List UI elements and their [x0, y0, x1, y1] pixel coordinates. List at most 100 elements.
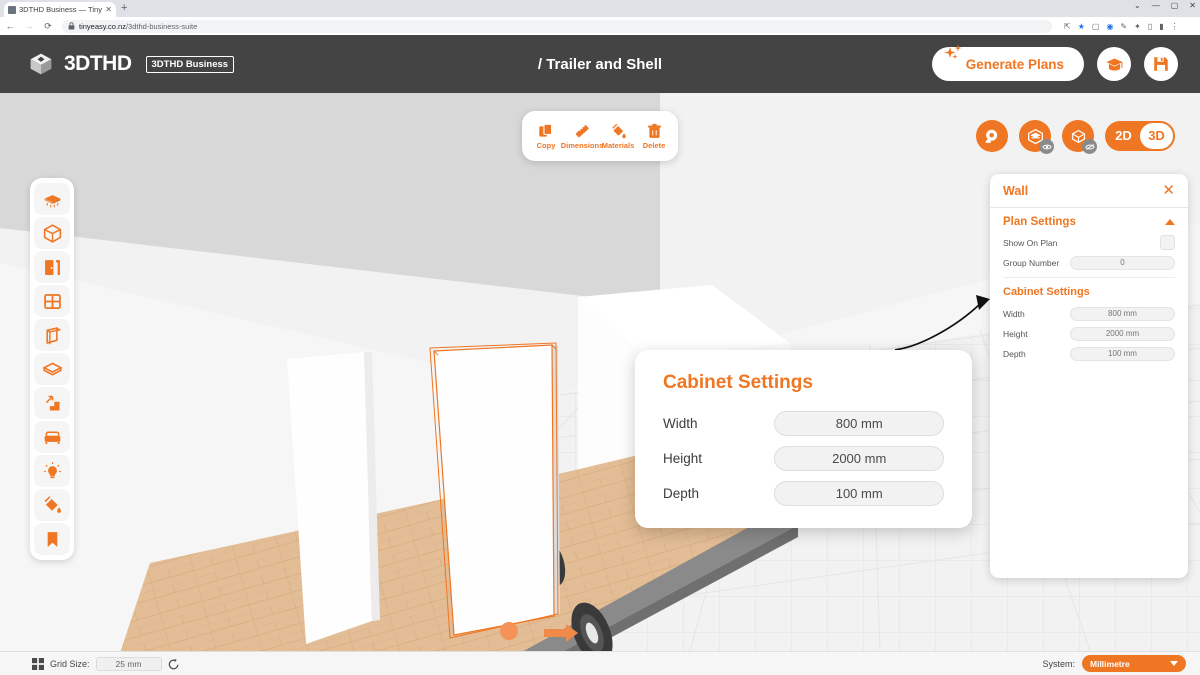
modal-height-label: Height — [663, 451, 703, 466]
extensions-icon[interactable]: ✦ — [1134, 22, 1141, 31]
modal-height-input[interactable]: 2000 mm — [774, 446, 944, 471]
box-visibility-button[interactable] — [1062, 120, 1097, 154]
paint-bucket-icon — [611, 123, 626, 138]
tab-favicon — [8, 5, 16, 14]
bookmark-star-icon[interactable]: ★ — [1078, 22, 1085, 31]
delete-button[interactable]: Delete — [636, 123, 672, 150]
cabinet-settings-modal: Cabinet Settings Width 800 mm Height 200… — [635, 350, 972, 528]
window-chevron-icon[interactable]: ⌄ — [1134, 1, 1141, 11]
status-bar: Grid Size: 25 mm System: Millimetre — [0, 651, 1200, 675]
url-path: /3dthd-business-suite — [125, 21, 198, 31]
sidebar-item-floor[interactable] — [34, 353, 70, 385]
graduation-cap-button[interactable] — [1097, 47, 1131, 81]
save-button[interactable] — [1144, 47, 1178, 81]
sidebar-item-door[interactable] — [34, 251, 70, 283]
floor-layer-icon — [41, 361, 63, 376]
new-tab-icon[interactable]: + — [121, 3, 127, 14]
tab-close-icon[interactable]: ✕ — [105, 5, 112, 14]
object-action-toolbar: Copy Dimensions Materials Delete — [522, 111, 678, 161]
panel-width-input[interactable]: 800 mm — [1070, 306, 1175, 321]
window-minimize-icon[interactable]: — — [1152, 1, 1160, 11]
modal-depth-input[interactable]: 100 mm — [774, 481, 944, 506]
roof-layers-button[interactable] — [1019, 120, 1054, 154]
system-units-value: Millimetre — [1090, 658, 1130, 669]
tool-sidebar — [30, 178, 74, 560]
plan-settings-section-header[interactable]: Plan Settings — [1003, 216, 1175, 228]
show-on-plan-checkbox[interactable] — [1160, 235, 1175, 250]
panel-width-row: Width 800 mm — [1003, 306, 1175, 321]
url-input[interactable]: tinyeasy.co.nz/3dthd-business-suite — [62, 19, 1052, 33]
view-mode-toggle[interactable]: 2D 3D — [1105, 121, 1175, 151]
sidebar-item-window[interactable] — [34, 285, 70, 317]
forward-icon[interactable]: → — [24, 21, 34, 31]
sidebar-item-shell[interactable] — [34, 217, 70, 249]
grid-size-label: Grid Size: — [50, 658, 90, 669]
sidebar-item-stairs[interactable] — [34, 387, 70, 419]
window-close-icon[interactable]: ✕ — [1189, 1, 1196, 11]
copy-icon — [538, 123, 552, 137]
trailer-icon — [44, 194, 60, 207]
reset-icon[interactable] — [168, 658, 180, 670]
chevron-down-icon[interactable] — [1170, 661, 1178, 666]
door-icon — [44, 259, 60, 275]
close-icon[interactable]: ✕ — [1162, 183, 1175, 198]
properties-panel-header: Wall ✕ — [990, 174, 1188, 208]
ruler-icon — [575, 124, 589, 137]
sidebar-item-furniture[interactable] — [34, 421, 70, 453]
app-root: 3DTHD Business — Tiny Easy - T ✕ + ⌄ — ▢… — [0, 0, 1200, 675]
tab-title: 3DTHD Business — Tiny Easy - T — [19, 5, 102, 14]
camera-icon[interactable]: ▢ — [1092, 22, 1100, 31]
tape-measure-button[interactable] — [976, 120, 1008, 152]
eye-badge[interactable] — [1039, 139, 1054, 154]
pen-icon[interactable]: ✎ — [1120, 22, 1127, 31]
dimensions-label: Dimensions — [560, 140, 604, 150]
floppy-save-icon — [1154, 57, 1168, 71]
update-icon[interactable]: ▮ — [1159, 22, 1163, 31]
chevron-up-icon[interactable] — [1165, 219, 1175, 225]
group-number-input[interactable]: 0 — [1070, 255, 1175, 270]
panel-depth-input[interactable]: 100 mm — [1070, 346, 1175, 361]
panel-depth-row: Depth 100 mm — [1003, 346, 1175, 361]
panel-height-label: Height — [1003, 328, 1028, 339]
grid-size-input[interactable]: 25 mm — [95, 656, 162, 671]
window-icon — [43, 293, 61, 309]
sidebar-item-bookmarks[interactable] — [34, 523, 70, 555]
browser-tab[interactable]: 3DTHD Business — Tiny Easy - T ✕ — [4, 2, 116, 17]
system-units-control: System: Millimetre — [1042, 655, 1186, 672]
modal-width-row: Width 800 mm — [663, 411, 944, 436]
group-number-row: Group Number 0 — [1003, 255, 1175, 270]
window-maximize-icon[interactable]: ▢ — [1171, 1, 1179, 11]
sidebar-item-lighting[interactable] — [34, 455, 70, 487]
lightbulb-icon — [43, 461, 61, 478]
plan-settings-title: Plan Settings — [1003, 216, 1076, 228]
view-controls: 2D 3D — [976, 120, 1175, 154]
menu-icon[interactable]: ⋮ — [1171, 22, 1179, 31]
copy-button[interactable]: Copy — [528, 123, 564, 150]
sidepanel-icon[interactable]: ▯ — [1148, 22, 1152, 31]
dimensions-button[interactable]: Dimensions — [561, 123, 603, 150]
eye-icon — [1041, 144, 1052, 149]
grid-icon — [32, 657, 44, 670]
browser-action-icons: ⇱ ★ ▢ ◉ ✎ ✦ ▯ ▮ ⋮ — [1064, 22, 1179, 31]
panel-height-input[interactable]: 2000 mm — [1070, 326, 1175, 341]
sidebar-item-trailer[interactable] — [34, 183, 70, 215]
toggle-3d-option[interactable]: 3D — [1140, 123, 1173, 149]
system-label: System: — [1042, 658, 1075, 669]
bookmark-icon — [47, 531, 57, 547]
profile-icon[interactable]: ◉ — [1106, 22, 1113, 31]
sidebar-item-wall[interactable] — [34, 319, 70, 351]
graduation-cap-icon — [1105, 57, 1123, 71]
generate-plans-label: Generate Plans — [965, 56, 1064, 72]
reload-icon[interactable]: ⟳ — [43, 21, 53, 32]
materials-button[interactable]: Materials — [600, 123, 636, 150]
eye-off-badge[interactable] — [1082, 139, 1097, 154]
sidebar-item-materials[interactable] — [34, 489, 70, 521]
share-icon[interactable]: ⇱ — [1064, 22, 1071, 31]
generate-plans-button[interactable]: Generate Plans — [931, 44, 1084, 81]
properties-panel-title: Wall — [1003, 183, 1029, 198]
toggle-2d-option[interactable]: 2D — [1107, 123, 1140, 149]
modal-width-label: Width — [663, 416, 698, 431]
system-units-select[interactable]: Millimetre — [1082, 655, 1186, 672]
modal-width-input[interactable]: 800 mm — [774, 411, 944, 436]
back-icon[interactable]: ← — [5, 21, 15, 31]
